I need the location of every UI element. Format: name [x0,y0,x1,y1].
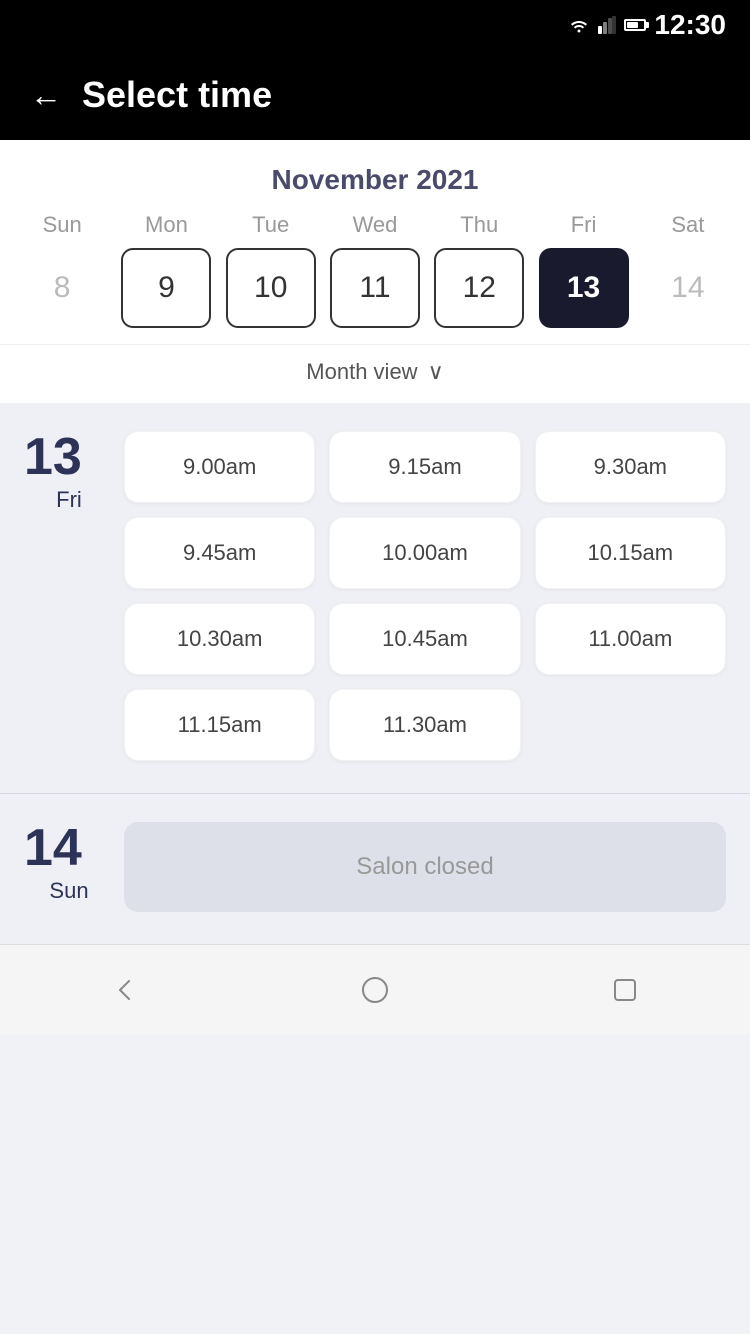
time-slot[interactable]: 10.45am [329,603,520,675]
day-number-14: 14 [24,822,114,874]
time-slot[interactable]: 10.00am [329,517,520,589]
weekday-mon: Mon [121,212,211,238]
nav-home-button[interactable] [350,965,400,1015]
time-slots-grid-13: 9.00am 9.15am 9.30am 9.45am 10.00am 10.1… [124,431,726,761]
weekday-thu: Thu [434,212,524,238]
status-bar: 12:30 [0,0,750,50]
time-slot[interactable]: 11.30am [329,689,520,761]
calendar-section: November 2021 Sun Mon Tue Wed Thu Fri Sa… [0,140,750,403]
nav-recent-button[interactable] [600,965,650,1015]
back-button[interactable]: ← [30,77,62,114]
day-header-13: 13 Fri 9.00am 9.15am 9.30am 9.45am 10.00… [24,431,726,761]
wifi-icon [568,17,590,33]
day-block-13: 13 Fri 9.00am 9.15am 9.30am 9.45am 10.00… [0,403,750,793]
time-slot[interactable]: 10.15am [535,517,726,589]
day-label-col-14: 14 Sun [24,822,114,904]
status-time: 12:30 [654,9,726,41]
time-slot[interactable]: 10.30am [124,603,315,675]
time-slot[interactable]: 9.45am [124,517,315,589]
chevron-down-icon: ∨ [428,359,444,385]
date-cell-13[interactable]: 13 [539,248,629,328]
date-cell-12[interactable]: 12 [434,248,524,328]
weekday-sun: Sun [17,212,107,238]
nav-bar [0,944,750,1034]
date-row: 8 9 10 11 12 13 14 [0,248,750,344]
time-slot[interactable]: 9.30am [535,431,726,503]
time-slot[interactable]: 11.15am [124,689,315,761]
day-name-sun: Sun [49,878,88,904]
month-view-toggle[interactable]: Month view ∨ [0,344,750,403]
day-name-fri: Fri [56,487,82,513]
status-icons: 12:30 [568,9,726,41]
time-slot[interactable]: 9.15am [329,431,520,503]
salon-closed-label: Salon closed [124,822,726,912]
weekday-tue: Tue [226,212,316,238]
weekday-fri: Fri [539,212,629,238]
day-header-14: 14 Sun Salon closed [24,822,726,912]
date-cell-8[interactable]: 8 [17,248,107,328]
date-cell-14[interactable]: 14 [643,248,733,328]
date-cell-11[interactable]: 11 [330,248,420,328]
battery-icon [624,19,646,31]
page-title: Select time [82,74,272,116]
signal-icon [598,16,616,34]
schedule-section: 13 Fri 9.00am 9.15am 9.30am 9.45am 10.00… [0,403,750,944]
date-cell-10[interactable]: 10 [226,248,316,328]
time-slot[interactable]: 9.00am [124,431,315,503]
month-view-label: Month view [306,359,417,385]
day-label-col-13: 13 Fri [24,431,114,513]
weekday-sat: Sat [643,212,733,238]
weekday-wed: Wed [330,212,420,238]
nav-back-button[interactable] [100,965,150,1015]
day-number-13: 13 [24,431,114,483]
day-block-14: 14 Sun Salon closed [0,793,750,944]
time-slot[interactable]: 11.00am [535,603,726,675]
weekday-row: Sun Mon Tue Wed Thu Fri Sat [0,212,750,238]
date-cell-9[interactable]: 9 [121,248,211,328]
header: ← Select time [0,50,750,140]
month-label: November 2021 [0,164,750,196]
